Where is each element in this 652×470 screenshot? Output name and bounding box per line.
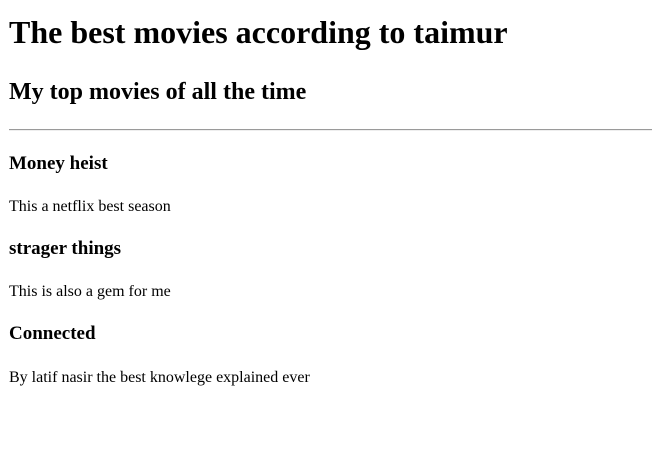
movie-title-connected: Connected <box>9 323 96 344</box>
movie-description-strager-things: This is also a gem for me <box>9 283 171 300</box>
horizontal-divider <box>9 129 652 131</box>
page-title: The best movies according to taimur <box>9 14 508 50</box>
movie-description-connected: By latif nasir the best knowlege explain… <box>9 369 310 386</box>
movie-title-money-heist: Money heist <box>9 153 108 174</box>
page-subtitle: My top movies of all the time <box>9 79 307 105</box>
movie-title-strager-things: strager things <box>9 238 122 259</box>
movie-description-money-heist: This a netflix best season <box>9 198 171 215</box>
